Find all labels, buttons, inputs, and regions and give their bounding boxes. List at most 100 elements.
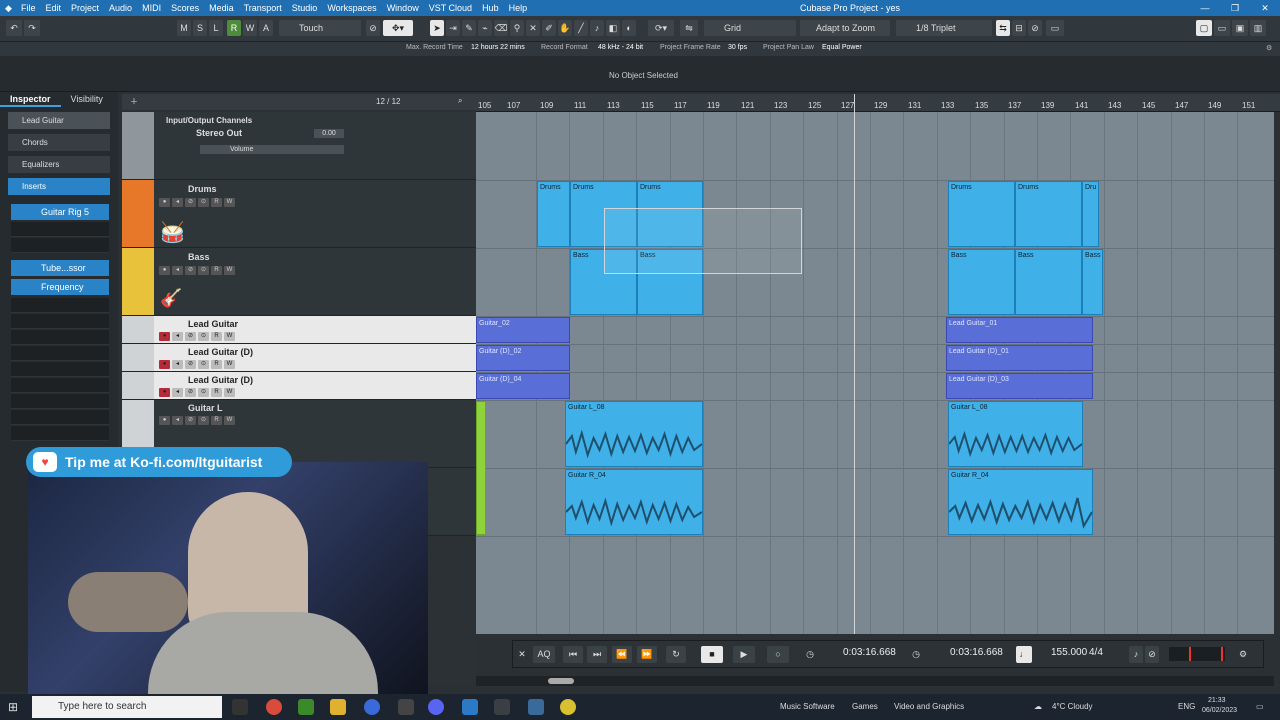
menu-scores[interactable]: Scores — [166, 3, 204, 13]
iterative-quantize-icon[interactable]: ⇆ — [996, 20, 1010, 36]
inspector-section-chords[interactable]: Chords — [8, 134, 110, 151]
record-enable-button[interactable]: ● — [159, 388, 170, 397]
track-lead-guitar[interactable]: Lead Guitar ● ◂ ⊘ ⊙ R W — [122, 316, 476, 344]
file-explorer-icon[interactable] — [330, 699, 346, 715]
audio-event-lead-guitar-d[interactable]: Lead Guitar (D)_01 — [946, 345, 1093, 371]
audio-event-lead-guitar[interactable]: Guitar_02 — [476, 317, 570, 343]
project-window-event-display[interactable]: Drums Drums Drums Drums Drums Dru Bass B… — [476, 112, 1274, 634]
read-button[interactable]: R — [211, 416, 222, 425]
menu-edit[interactable]: Edit — [41, 3, 67, 13]
read-button[interactable]: R — [211, 360, 222, 369]
audio-event-lead-guitar-d[interactable]: Lead Guitar (D)_03 — [946, 373, 1093, 399]
grid-type-select[interactable]: Grid — [704, 20, 796, 36]
taskbar-group-games[interactable]: Games — [852, 702, 878, 711]
solo-all-button[interactable]: S — [193, 20, 207, 36]
write-button[interactable]: W — [224, 360, 235, 369]
menu-studio[interactable]: Studio — [287, 3, 323, 13]
comp-tool-icon[interactable]: ◧ — [606, 20, 620, 36]
insert-slot-empty[interactable] — [11, 426, 109, 441]
constrain-icon[interactable]: ⊘ — [366, 20, 380, 36]
lanes-button[interactable]: ⊙ — [198, 332, 209, 341]
mute-button[interactable]: ● — [159, 416, 170, 425]
read-button[interactable]: R — [211, 198, 222, 207]
read-button[interactable]: R — [211, 266, 222, 275]
audio-event-guitar-l[interactable]: Guitar L_08 — [948, 401, 1083, 467]
search-icon[interactable]: ⌕ — [458, 96, 462, 106]
track-bass[interactable]: Bass ● ◂ ⊘ ⊙ R W 🎸 — [122, 248, 476, 316]
show-lower-zone-icon[interactable]: ▭ — [1214, 20, 1230, 36]
inspector-track-name[interactable]: Lead Guitar — [8, 112, 110, 129]
track-lead-guitar-d2[interactable]: Lead Guitar (D) ● ◂ ⊘ ⊙ R W — [122, 372, 476, 400]
quantize-select[interactable]: 1/8 Triplet — [896, 20, 992, 36]
play-tool-icon[interactable]: ♪ — [590, 20, 604, 36]
lanes-button[interactable]: ⊙ — [198, 388, 209, 397]
draw-tool-icon[interactable]: ✐ — [542, 20, 556, 36]
menu-audio[interactable]: Audio — [104, 3, 137, 13]
tab-visibility[interactable]: Visibility — [61, 92, 113, 107]
audio-event-guitar-r[interactable]: Guitar R_04 — [565, 469, 703, 535]
primary-time-display[interactable]: 0:03:16.668 — [843, 647, 896, 658]
rec-button[interactable]: ⊘ — [185, 266, 196, 275]
range-tool-icon[interactable]: ⇥ — [446, 20, 460, 36]
stop-icon[interactable]: ■ — [701, 646, 723, 663]
edit-button[interactable]: ⊘ — [185, 332, 196, 341]
taskbar-search-input[interactable]: Type here to search — [32, 696, 222, 718]
mute-all-button[interactable]: M — [177, 20, 191, 36]
go-to-end-icon[interactable]: ⏭ — [587, 646, 607, 663]
solo-button[interactable]: ◂ — [172, 198, 183, 207]
inspector-section-inserts[interactable]: Inserts — [8, 178, 110, 195]
solo-button[interactable]: ◂ — [172, 416, 183, 425]
record-enable-button[interactable]: ● — [159, 360, 170, 369]
transport-settings-icon[interactable]: ⚙ — [1235, 646, 1251, 663]
show-inspector-icon[interactable]: ▢ — [1196, 20, 1212, 36]
menu-file[interactable]: File — [16, 3, 41, 13]
midi-part-drums[interactable]: Drums — [948, 181, 1015, 247]
mute-button[interactable]: ● — [159, 198, 170, 207]
timeline-ruler[interactable]: 105 107 109 111 113 115 117 119 121 123 … — [476, 94, 1280, 112]
monitor-button[interactable]: ⊙ — [198, 198, 209, 207]
audio-event-lead-guitar[interactable]: Lead Guitar_01 — [946, 317, 1093, 343]
close-transport-icon[interactable]: ✕ — [517, 646, 527, 663]
taskbar-group-video[interactable]: Video and Graphics — [894, 702, 964, 711]
show-transport-icon[interactable]: ▥ — [1250, 20, 1266, 36]
write-button[interactable]: W — [224, 198, 235, 207]
audio-event-guitar-r[interactable]: Guitar R_04 — [948, 469, 1093, 535]
quantize-preset-icon[interactable]: ⊟ — [1012, 20, 1026, 36]
notification-icon[interactable]: ▭ — [1256, 702, 1264, 711]
track-lead-guitar-d1[interactable]: Lead Guitar (D) ● ◂ ⊘ ⊙ R W — [122, 344, 476, 372]
record-icon[interactable]: ○ — [767, 646, 789, 663]
insert-slot-empty[interactable] — [11, 362, 109, 377]
insert-slot-3[interactable]: Frequency — [11, 279, 109, 295]
tools-select[interactable]: ✥▾ — [383, 20, 413, 36]
midi-part-bass[interactable]: Bass — [948, 249, 1015, 315]
audio-event-recording[interactable] — [476, 401, 486, 535]
play-icon[interactable]: ▶ — [733, 646, 755, 663]
quantize-apply-icon[interactable]: ⊘ — [1028, 20, 1042, 36]
write-button[interactable]: W — [224, 388, 235, 397]
menu-vst-cloud[interactable]: VST Cloud — [424, 3, 477, 13]
menu-transport[interactable]: Transport — [239, 3, 287, 13]
rec-button[interactable]: ⊘ — [185, 198, 196, 207]
menu-workspaces[interactable]: Workspaces — [322, 3, 381, 13]
clock-time[interactable]: 21:33 — [1208, 697, 1226, 704]
tempo-display[interactable]: 155.000 — [1051, 647, 1087, 658]
time-signature-display[interactable]: 4/4 — [1089, 647, 1103, 658]
menu-project[interactable]: Project — [66, 3, 104, 13]
click-settings-icon[interactable]: ⊘ — [1145, 646, 1159, 663]
rewind-icon[interactable]: ⏪ — [612, 646, 632, 663]
monitor-button[interactable]: ◂ — [172, 332, 183, 341]
insert-slot-empty[interactable] — [11, 238, 109, 253]
line-tool-icon[interactable]: ╱ — [574, 20, 588, 36]
audio-event-lead-guitar-d[interactable]: Guitar (D)_04 — [476, 373, 570, 399]
close-icon[interactable]: ✕ — [1250, 0, 1280, 16]
tab-inspector[interactable]: Inspector — [0, 92, 61, 107]
insert-slot-empty[interactable] — [11, 394, 109, 409]
insert-slot-empty[interactable] — [11, 222, 109, 237]
record-enable-button[interactable]: ● — [159, 332, 170, 341]
insert-slot-empty[interactable] — [11, 314, 109, 329]
monitor-button[interactable]: ⊙ — [198, 416, 209, 425]
insert-slot-2[interactable]: Tube...ssor — [11, 260, 109, 276]
minimize-icon[interactable]: — — [1190, 0, 1220, 16]
insert-slot-1[interactable]: Guitar Rig 5 — [11, 204, 109, 220]
horizontal-scrollbar[interactable] — [476, 676, 1274, 686]
